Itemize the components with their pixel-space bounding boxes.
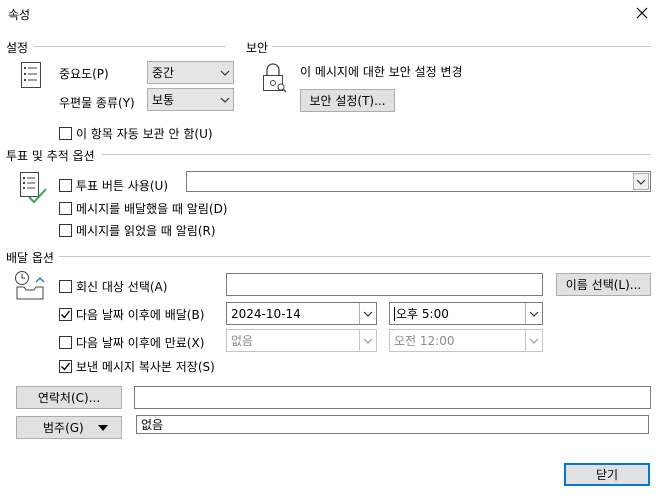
importance-label: 중요도(P) <box>59 67 109 81</box>
chevron-down-icon[interactable] <box>633 173 649 190</box>
caret-down-icon <box>97 424 108 431</box>
importance-value: 중간 <box>152 66 175 80</box>
settings-section-label: 설정 <box>6 41 29 55</box>
delivery-section-label: 배달 옵션 <box>6 251 54 265</box>
contacts-input[interactable] <box>134 386 651 409</box>
security-divider <box>272 46 651 47</box>
tracking-icon <box>20 172 48 207</box>
expire-time-value: 오전 12:00 <box>394 334 455 348</box>
sensitivity-label: 우편물 종류(Y) <box>59 96 135 110</box>
read-receipt-checkbox[interactable]: 메시지를 읽었을 때 알림(R) <box>59 222 216 239</box>
settings-divider <box>34 46 226 47</box>
select-names-button[interactable]: 이름 선택(L)... <box>556 273 651 296</box>
settings-icon <box>21 62 41 91</box>
voting-divider <box>102 154 651 155</box>
expire-checkbox[interactable]: 다음 날짜 이후에 만료(X) <box>59 334 204 351</box>
security-settings-button[interactable]: 보안 설정(T)... <box>300 89 395 112</box>
chevron-down-icon <box>359 330 376 351</box>
close-button[interactable]: 닫기 <box>564 463 650 486</box>
voting-section-label: 투표 및 추적 옵션 <box>6 149 95 163</box>
checkbox-box[interactable] <box>59 127 72 140</box>
reply-to-checkbox[interactable]: 회신 대상 선택(A) <box>59 278 167 295</box>
defer-date-picker[interactable]: 2024-10-14 <box>226 302 377 325</box>
text-cursor <box>394 306 395 321</box>
checkbox-box[interactable] <box>59 202 72 215</box>
save-copy-label: 보낸 메시지 복사본 저장(S) <box>76 360 215 374</box>
delivery-divider <box>59 256 651 257</box>
checkmark-icon <box>61 310 71 319</box>
reply-to-label: 회신 대상 선택(A) <box>76 280 168 294</box>
no-autoarchive-checkbox[interactable]: 이 항목 자동 보관 안 함(U) <box>59 125 213 142</box>
contacts-button[interactable]: 연락처(C)... <box>16 386 122 409</box>
categories-field: 없음 <box>136 415 649 434</box>
chevron-down-icon <box>217 62 233 83</box>
delivery-tray-icon <box>14 270 46 305</box>
checkbox-box[interactable] <box>59 308 72 321</box>
chevron-down-icon[interactable] <box>359 303 376 324</box>
use-voting-label: 투표 버튼 사용(U) <box>76 179 169 193</box>
checkbox-box[interactable] <box>59 224 72 237</box>
sensitivity-value: 보통 <box>152 93 175 107</box>
importance-select[interactable]: 중간 <box>147 61 234 84</box>
expire-time-select[interactable]: 오전 12:00 <box>389 329 543 352</box>
categories-button-label: 범주(G) <box>43 421 84 435</box>
chevron-down-icon[interactable] <box>525 303 542 324</box>
security-section-label: 보안 <box>246 41 269 55</box>
chevron-down-icon <box>217 89 233 110</box>
save-copy-checkbox[interactable]: 보낸 메시지 복사본 저장(S) <box>59 358 215 375</box>
defer-delivery-label: 다음 날짜 이후에 배달(B) <box>76 308 205 322</box>
defer-delivery-checkbox[interactable]: 다음 날짜 이후에 배달(B) <box>59 306 204 323</box>
checkbox-box[interactable] <box>59 179 72 192</box>
delivery-receipt-checkbox[interactable]: 메시지를 배달했을 때 알림(D) <box>59 200 228 217</box>
close-icon[interactable] <box>633 4 651 22</box>
expire-date-value: 없음 <box>231 334 254 348</box>
checkmark-icon <box>61 362 71 371</box>
defer-time-value: 오후 5:00 <box>396 307 449 321</box>
reply-to-input[interactable] <box>226 273 543 296</box>
delivery-receipt-label: 메시지를 배달했을 때 알림(D) <box>76 202 228 216</box>
checkbox-box[interactable] <box>59 280 72 293</box>
defer-time-select[interactable]: 오후 5:00 <box>389 302 543 325</box>
sensitivity-select[interactable]: 보통 <box>147 88 234 111</box>
expire-date-picker[interactable]: 없음 <box>226 329 377 352</box>
chevron-down-icon <box>525 330 542 351</box>
no-autoarchive-label: 이 항목 자동 보관 안 함(U) <box>76 127 213 141</box>
expire-label: 다음 날짜 이후에 만료(X) <box>76 336 205 350</box>
window-title: 속성 <box>8 8 31 22</box>
defer-date-value: 2024-10-14 <box>231 306 301 321</box>
read-receipt-label: 메시지를 읽었을 때 알림(R) <box>76 224 216 238</box>
lock-icon <box>261 62 287 97</box>
security-description: 이 메시지에 대한 보안 설정 변경 <box>300 65 463 79</box>
use-voting-checkbox[interactable]: 투표 버튼 사용(U) <box>59 177 168 194</box>
checkbox-box[interactable] <box>59 360 72 373</box>
voting-buttons-select[interactable] <box>186 171 651 192</box>
categories-button[interactable]: 범주(G) <box>16 416 122 439</box>
checkbox-box[interactable] <box>59 336 72 349</box>
